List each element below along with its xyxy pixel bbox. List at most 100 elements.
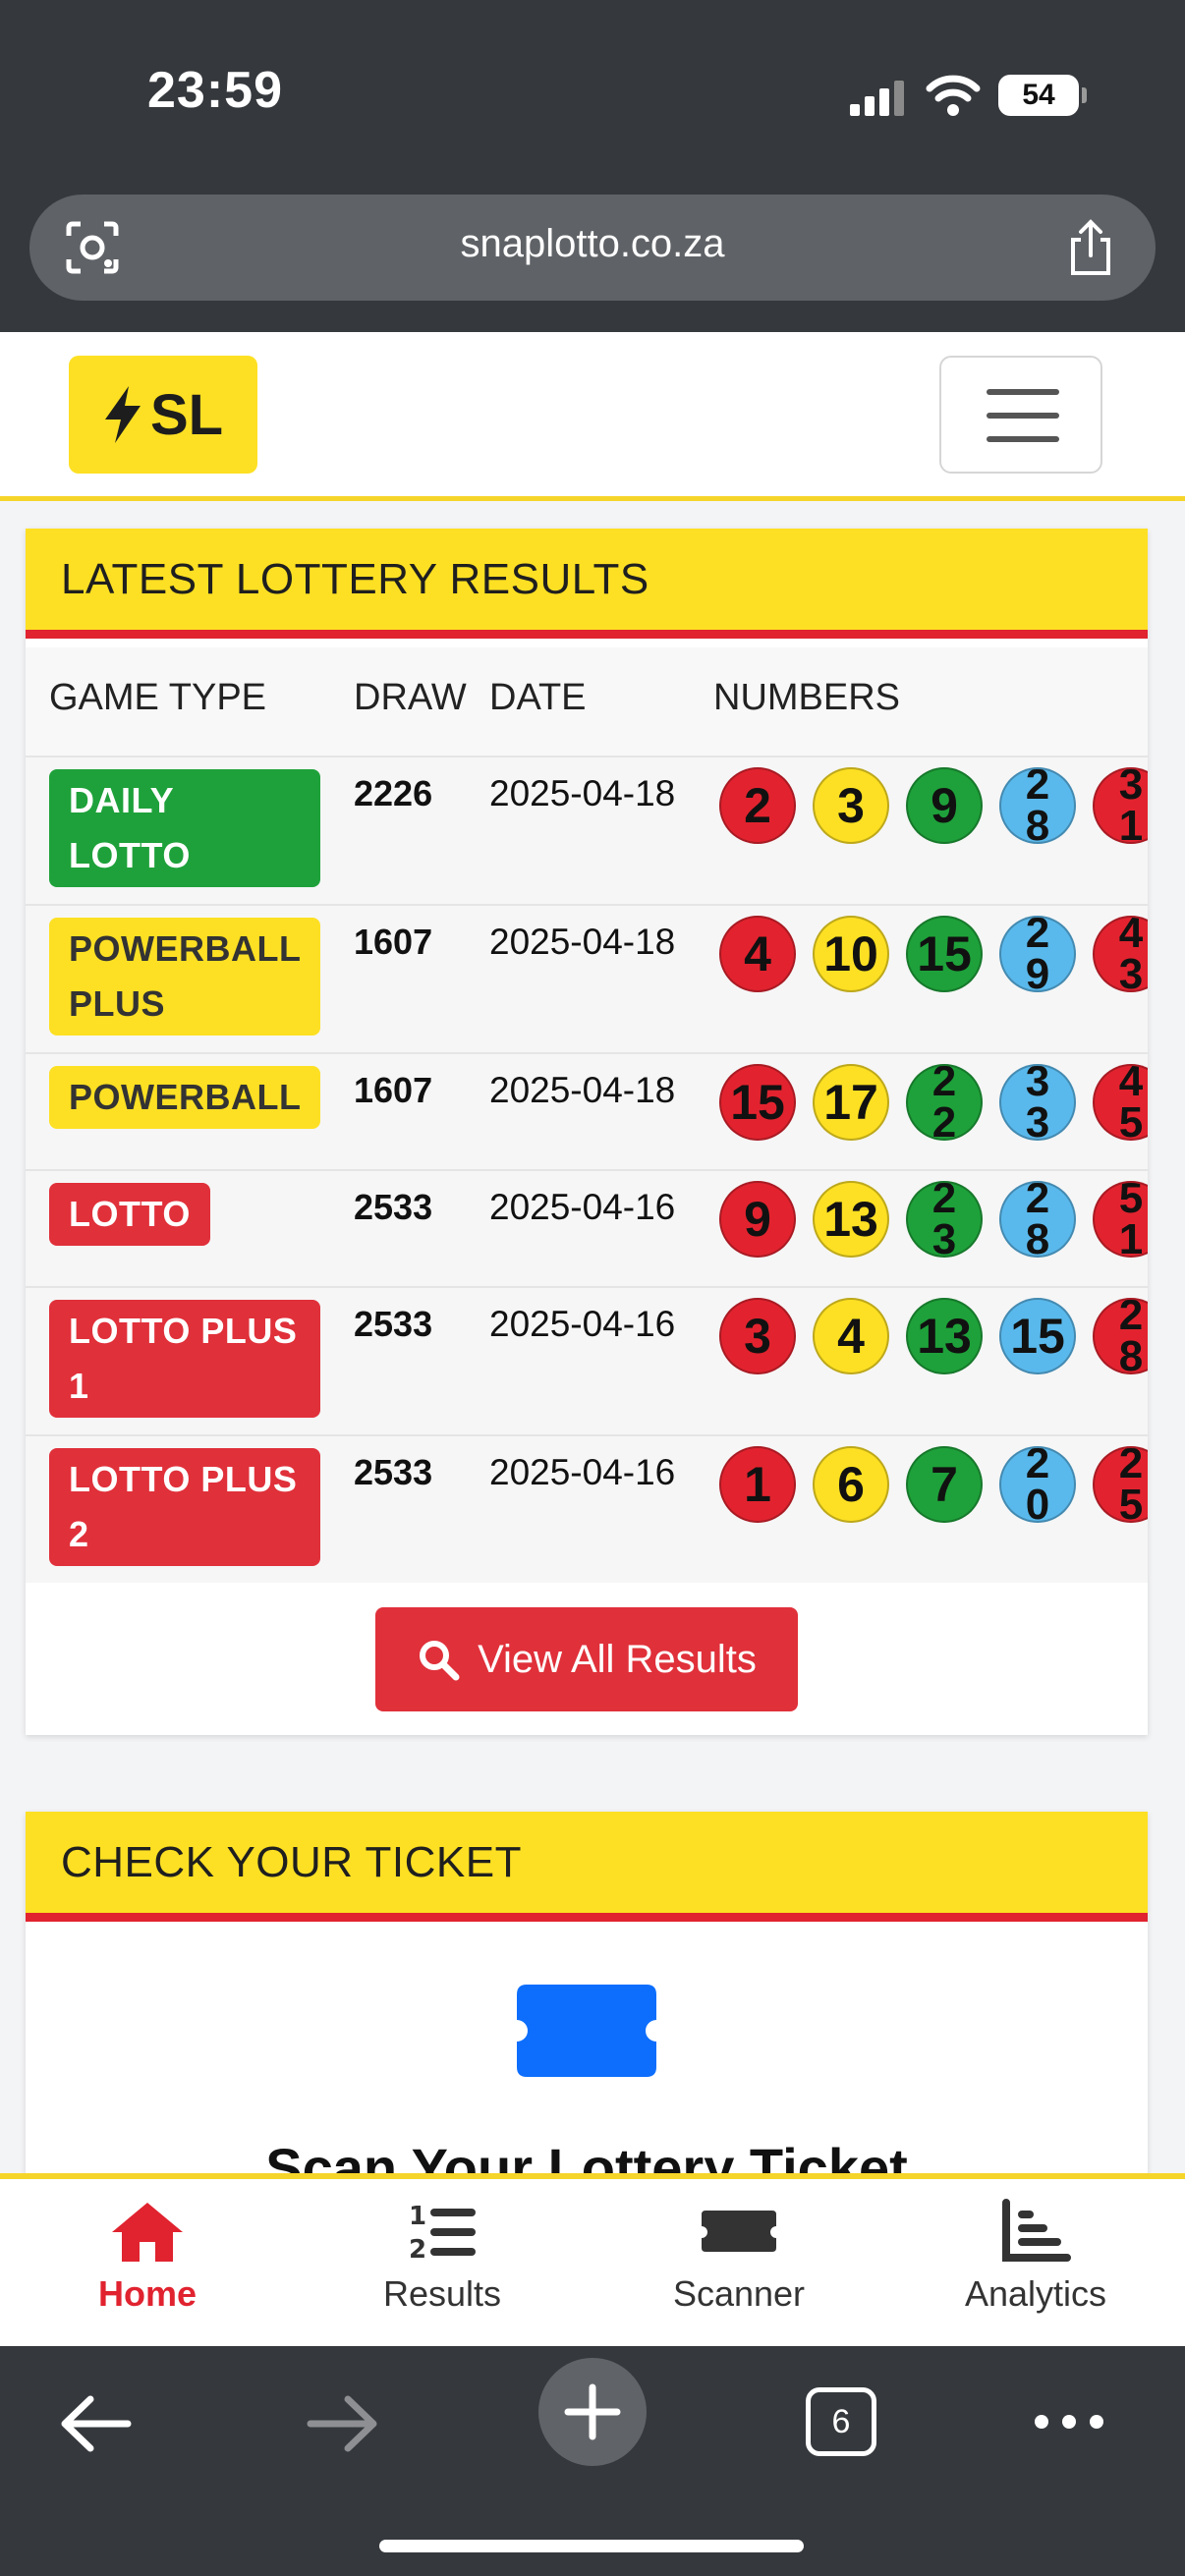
tabs-count-button[interactable]: 6 bbox=[806, 2387, 876, 2456]
hamburger-icon bbox=[987, 389, 1059, 395]
lottery-ball: 28 bbox=[1093, 1298, 1148, 1374]
nav-results-label: Results bbox=[382, 2273, 502, 2314]
wifi-icon bbox=[926, 75, 981, 116]
game-type-line2: 1 bbox=[69, 1366, 89, 1406]
latest-results-card: LATEST LOTTERY RESULTS GAME TYPE DRAW DA… bbox=[26, 529, 1148, 1735]
table-row[interactable]: POWERBALL 1607 2025-04-18 15 17 22 33 45 bbox=[26, 1052, 1148, 1169]
game-type-badge: POWERBALL PLUS bbox=[49, 918, 320, 1036]
table-row[interactable]: LOTTO PLUS 2 2533 2025-04-16 1 6 7 20 25 bbox=[26, 1434, 1148, 1583]
table-row[interactable]: LOTTO PLUS 1 2533 2025-04-16 3 4 13 15 28 bbox=[26, 1286, 1148, 1434]
draw-number: 2226 bbox=[354, 773, 433, 813]
view-all-results-button[interactable]: View All Results bbox=[375, 1607, 798, 1711]
nav-analytics-label: Analytics bbox=[964, 2273, 1107, 2314]
lottery-ball: 28 bbox=[999, 767, 1076, 844]
address-bar[interactable]: snaplotto.co.za bbox=[29, 195, 1156, 301]
game-type-line1: LOTTO PLUS bbox=[69, 1311, 298, 1351]
site-logo[interactable]: SL bbox=[69, 356, 257, 474]
lottery-ball: 23 bbox=[906, 1181, 983, 1258]
site-header: SL bbox=[0, 332, 1185, 501]
lottery-ball: 3 bbox=[719, 1298, 796, 1374]
game-type-line1: DAILY bbox=[69, 780, 175, 820]
bolt-icon bbox=[104, 386, 141, 443]
more-options-icon[interactable] bbox=[1032, 2409, 1106, 2435]
draw-number: 1607 bbox=[354, 922, 433, 962]
lottery-ball: 4 bbox=[813, 1298, 889, 1374]
url-text[interactable]: snaplotto.co.za bbox=[29, 222, 1156, 266]
draw-date: 2025-04-18 bbox=[489, 773, 676, 813]
lottery-ball: 13 bbox=[813, 1181, 889, 1258]
bottom-navigation: Home 1 2 Results Scanner Analytics bbox=[0, 2173, 1185, 2346]
draw-number: 2533 bbox=[354, 1452, 433, 1492]
draw-date: 2025-04-16 bbox=[489, 1304, 676, 1344]
back-arrow-icon[interactable] bbox=[59, 2389, 132, 2458]
home-icon bbox=[112, 2203, 183, 2262]
game-type-line1: POWERBALL bbox=[69, 1077, 302, 1117]
new-tab-button[interactable] bbox=[538, 2358, 647, 2466]
svg-text:1: 1 bbox=[409, 2202, 426, 2231]
game-type-line1: LOTTO PLUS bbox=[69, 1459, 298, 1499]
lottery-ball: 13 bbox=[906, 1298, 983, 1374]
draw-date: 2025-04-18 bbox=[489, 922, 676, 962]
table-row[interactable]: DAILY LOTTO 2226 2025-04-18 2 3 9 28 31 bbox=[26, 756, 1148, 904]
lottery-ball: 9 bbox=[906, 767, 983, 844]
ticket-card-title: CHECK YOUR TICKET bbox=[61, 1837, 522, 1886]
lottery-ball: 7 bbox=[906, 1446, 983, 1523]
view-all-results-label: View All Results bbox=[478, 1637, 757, 1681]
logo-text: SL bbox=[149, 382, 224, 447]
nav-home[interactable]: Home bbox=[29, 2199, 265, 2315]
lottery-ball: 15 bbox=[906, 916, 983, 992]
draw-date: 2025-04-16 bbox=[489, 1452, 676, 1492]
game-type-badge: LOTTO PLUS 1 bbox=[49, 1300, 320, 1418]
nav-results[interactable]: 1 2 Results bbox=[324, 2199, 560, 2315]
lottery-ball: 25 bbox=[1093, 1446, 1148, 1523]
game-type-line2: 2 bbox=[69, 1514, 89, 1554]
browser-top-chrome: 23:59 54 snaplotto.co.za bbox=[0, 0, 1185, 332]
forward-arrow-icon[interactable] bbox=[307, 2389, 379, 2458]
cellular-signal-icon bbox=[850, 81, 905, 116]
col-draw: DRAW bbox=[354, 677, 467, 718]
nav-scanner-label: Scanner bbox=[672, 2273, 806, 2314]
lottery-ball: 43 bbox=[1093, 916, 1148, 992]
svg-text:2: 2 bbox=[409, 2235, 426, 2264]
game-type-line1: LOTTO bbox=[69, 1194, 191, 1234]
lottery-ball: 45 bbox=[1093, 1064, 1148, 1141]
table-row[interactable]: LOTTO 2533 2025-04-16 9 13 23 28 51 bbox=[26, 1169, 1148, 1286]
lottery-ball: 4 bbox=[719, 916, 796, 992]
lottery-ball: 22 bbox=[906, 1064, 983, 1141]
lottery-ball: 6 bbox=[813, 1446, 889, 1523]
lottery-ball: 29 bbox=[999, 916, 1076, 992]
lottery-ball: 2 bbox=[719, 767, 796, 844]
lottery-ball: 51 bbox=[1093, 1181, 1148, 1258]
game-type-line2: LOTTO bbox=[69, 835, 191, 875]
col-game-type: GAME TYPE bbox=[49, 677, 267, 718]
nav-home-label: Home bbox=[97, 2273, 198, 2314]
col-numbers: NUMBERS bbox=[713, 677, 901, 718]
lottery-ball: 10 bbox=[813, 916, 889, 992]
lottery-ball: 20 bbox=[999, 1446, 1076, 1523]
game-type-badge: LOTTO PLUS 2 bbox=[49, 1448, 320, 1566]
lottery-ball: 3 bbox=[813, 767, 889, 844]
nav-scanner[interactable]: Scanner bbox=[621, 2199, 857, 2315]
home-indicator bbox=[379, 2540, 804, 2552]
lottery-ball: 28 bbox=[999, 1181, 1076, 1258]
game-type-badge: LOTTO bbox=[49, 1183, 210, 1246]
game-type-line2: PLUS bbox=[69, 983, 166, 1024]
draw-number: 2533 bbox=[354, 1304, 433, 1344]
lottery-ball: 1 bbox=[719, 1446, 796, 1523]
results-card-header: LATEST LOTTERY RESULTS bbox=[26, 529, 1148, 639]
draw-number: 1607 bbox=[354, 1070, 433, 1110]
game-type-badge: DAILY LOTTO bbox=[49, 769, 320, 887]
lottery-ball: 31 bbox=[1093, 767, 1148, 844]
plus-icon bbox=[564, 2383, 621, 2440]
hamburger-menu-button[interactable] bbox=[939, 356, 1102, 474]
table-row[interactable]: POWERBALL PLUS 1607 2025-04-18 4 10 15 29 43 bbox=[26, 904, 1148, 1052]
results-card-title: LATEST LOTTERY RESULTS bbox=[61, 554, 649, 603]
lottery-ball: 17 bbox=[813, 1064, 889, 1141]
battery-indicator: 54 bbox=[998, 75, 1087, 116]
ticket-card-header: CHECK YOUR TICKET bbox=[26, 1812, 1148, 1922]
draw-date: 2025-04-18 bbox=[489, 1070, 676, 1110]
share-icon[interactable] bbox=[1065, 218, 1116, 277]
nav-analytics[interactable]: Analytics bbox=[918, 2199, 1154, 2315]
results-table-header: GAME TYPE DRAW DATE NUMBERS bbox=[26, 647, 1148, 756]
lottery-ball: 33 bbox=[999, 1064, 1076, 1141]
